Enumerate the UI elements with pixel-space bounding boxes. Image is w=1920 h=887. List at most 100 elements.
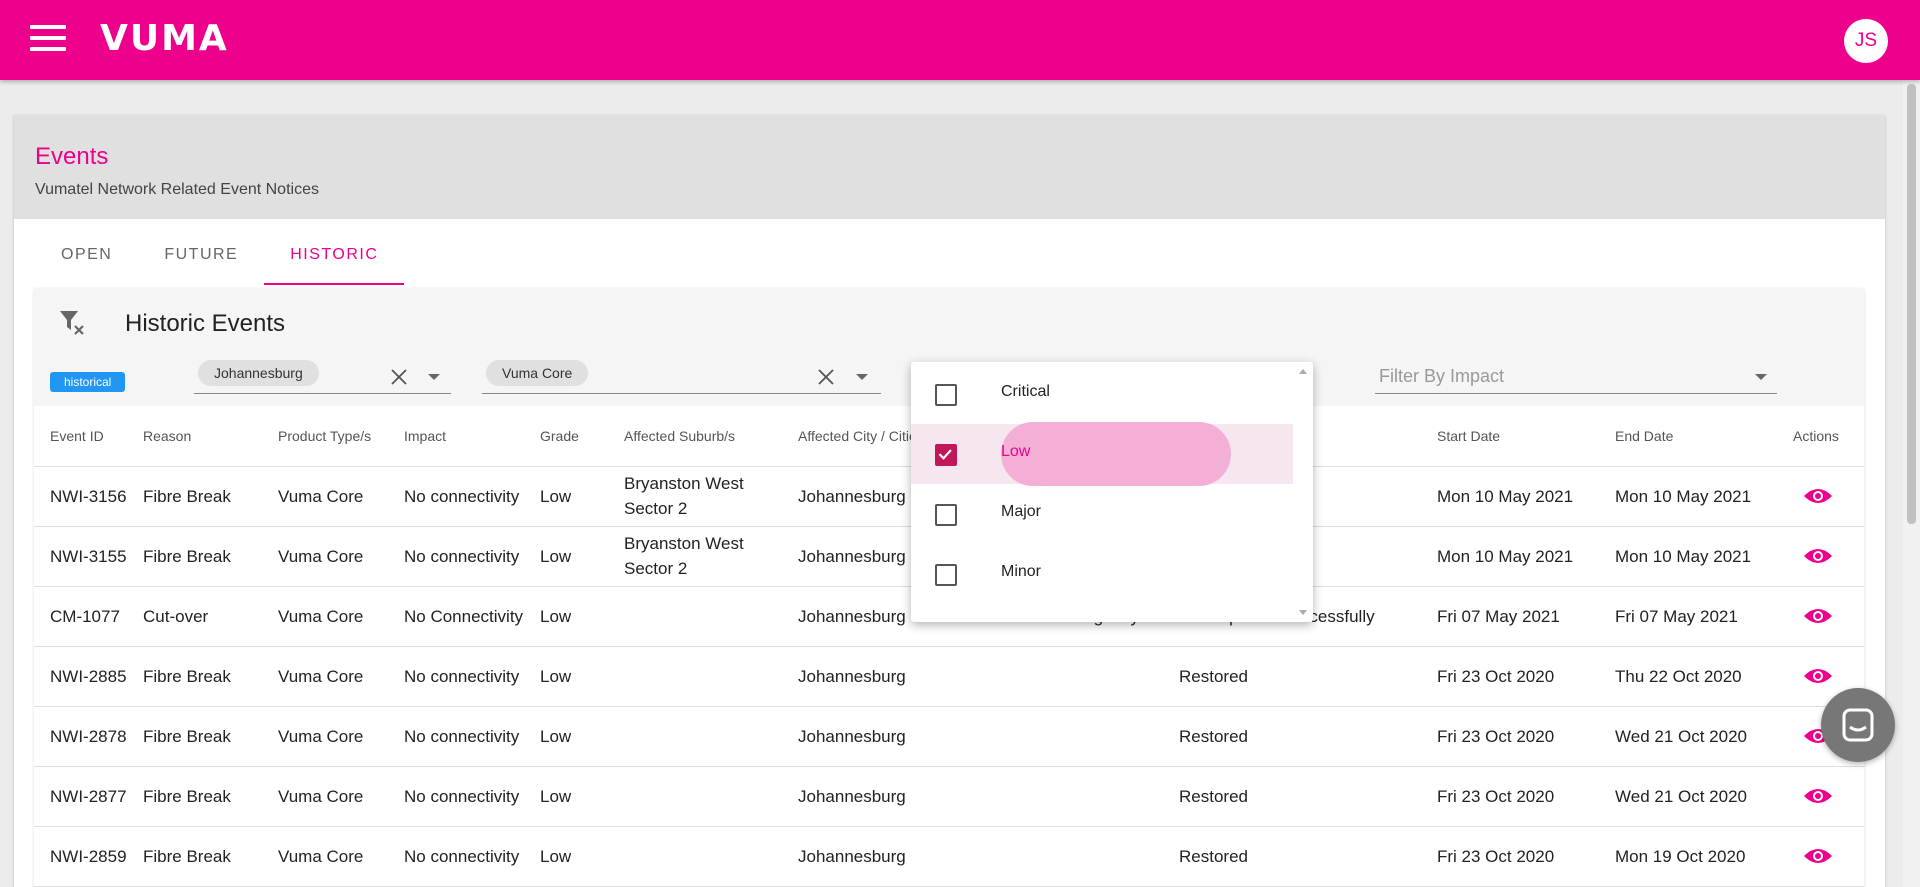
col-affected-suburbs[interactable]: Affected Suburb/s bbox=[608, 406, 782, 467]
col-reason[interactable]: Reason bbox=[127, 406, 262, 467]
clear-product-icon[interactable] bbox=[816, 367, 836, 387]
table-row[interactable]: NWI-2885 Fibre Break Vuma Core No connectiv… bbox=[34, 646, 1864, 707]
checkbox-minor[interactable] bbox=[935, 564, 957, 586]
cell-event-id: NWI-3156 bbox=[34, 466, 127, 527]
checkbox-low[interactable] bbox=[935, 444, 957, 466]
cell-end-date: Mon 10 May 2021 bbox=[1599, 526, 1777, 587]
table-row[interactable]: NWI-2859 Fibre Break Vuma Core No connectiv… bbox=[34, 826, 1864, 887]
cell-extra-2 bbox=[1037, 706, 1163, 767]
cell-event-id: CM-1077 bbox=[34, 586, 127, 647]
cell-product-type: Vuma Core bbox=[262, 826, 388, 887]
view-eye-icon[interactable] bbox=[1803, 546, 1833, 566]
checkbox-critical[interactable] bbox=[935, 384, 957, 406]
cell-extra-1 bbox=[945, 826, 1037, 887]
city-chip[interactable]: Johannesburg bbox=[198, 360, 319, 386]
cell-actions bbox=[1777, 586, 1864, 647]
col-impact[interactable]: Impact bbox=[388, 406, 524, 467]
cell-grade: Low bbox=[524, 766, 608, 827]
chevron-down-icon[interactable] bbox=[428, 374, 440, 380]
cell-reason: Fibre Break bbox=[127, 526, 262, 587]
cell-reason: Fibre Break bbox=[127, 706, 262, 767]
cell-status: Restored bbox=[1163, 646, 1421, 707]
cell-start-date: Mon 10 May 2021 bbox=[1421, 526, 1599, 587]
tab-future[interactable]: FUTURE bbox=[138, 235, 264, 285]
chevron-down-icon[interactable] bbox=[856, 374, 868, 380]
cell-status: Restored bbox=[1163, 766, 1421, 827]
cell-start-date: Fri 07 May 2021 bbox=[1421, 586, 1599, 647]
impact-filter-select[interactable]: Filter By Impact bbox=[1375, 360, 1777, 394]
cell-affected-city: Johannesburg bbox=[782, 766, 945, 827]
cell-impact: No connectivity bbox=[388, 646, 524, 707]
cell-affected-city: Johannesburg bbox=[782, 706, 945, 767]
page-scrollbar[interactable] bbox=[1903, 80, 1920, 887]
city-filter-select[interactable]: Johannesburg bbox=[194, 360, 451, 394]
col-grade[interactable]: Grade bbox=[524, 406, 608, 467]
cell-end-date: Fri 07 May 2021 bbox=[1599, 586, 1777, 647]
option-critical[interactable]: Critical bbox=[911, 364, 1293, 424]
cell-event-id: NWI-2885 bbox=[34, 646, 127, 707]
tab-open[interactable]: OPEN bbox=[35, 235, 138, 285]
cell-affected-suburb bbox=[608, 826, 782, 887]
clear-city-icon[interactable] bbox=[389, 367, 409, 387]
top-app-bar: VUMA JS bbox=[0, 0, 1920, 80]
col-product-type[interactable]: Product Type/s bbox=[262, 406, 388, 467]
scrollbar-thumb[interactable] bbox=[1907, 84, 1916, 524]
view-eye-icon[interactable] bbox=[1803, 846, 1833, 866]
cell-extra-1 bbox=[945, 766, 1037, 827]
cell-actions bbox=[1777, 826, 1864, 887]
product-filter-select[interactable]: Vuma Core bbox=[482, 360, 881, 394]
col-end-date[interactable]: End Date bbox=[1599, 406, 1777, 467]
cell-impact: No connectivity bbox=[388, 826, 524, 887]
chat-launcher[interactable] bbox=[1821, 688, 1895, 762]
view-eye-icon[interactable] bbox=[1803, 786, 1833, 806]
cell-event-id: NWI-2859 bbox=[34, 826, 127, 887]
tab-historic[interactable]: HISTORIC bbox=[264, 235, 405, 285]
cell-affected-suburb bbox=[608, 706, 782, 767]
cell-affected-suburb bbox=[608, 586, 782, 647]
cell-start-date: Fri 23 Oct 2020 bbox=[1421, 646, 1599, 707]
cell-grade: Low bbox=[524, 466, 608, 527]
panel-title: Historic Events bbox=[125, 310, 286, 337]
cell-extra-2 bbox=[1037, 766, 1163, 827]
option-minor[interactable]: Minor bbox=[911, 544, 1293, 604]
cell-status: Restored bbox=[1163, 706, 1421, 767]
view-eye-icon[interactable] bbox=[1803, 606, 1833, 626]
chevron-down-icon[interactable] bbox=[1755, 374, 1767, 380]
cell-product-type: Vuma Core bbox=[262, 466, 388, 527]
cell-affected-city: Johannesburg bbox=[782, 646, 945, 707]
cell-impact: No connectivity bbox=[388, 706, 524, 767]
cell-affected-suburb: Bryanston West Sector 2 bbox=[608, 466, 782, 527]
cell-grade: Low bbox=[524, 706, 608, 767]
cell-grade: Low bbox=[524, 826, 608, 887]
product-chip[interactable]: Vuma Core bbox=[486, 360, 589, 386]
checkbox-major[interactable] bbox=[935, 504, 957, 526]
table-row[interactable]: NWI-2878 Fibre Break Vuma Core No connectiv… bbox=[34, 706, 1864, 767]
cell-start-date: Fri 23 Oct 2020 bbox=[1421, 826, 1599, 887]
cell-extra-1 bbox=[945, 646, 1037, 707]
menu-icon[interactable] bbox=[30, 25, 66, 53]
cell-extra-1 bbox=[945, 706, 1037, 767]
option-major[interactable]: Major bbox=[911, 484, 1293, 544]
cell-extra-2 bbox=[1037, 826, 1163, 887]
cell-product-type: Vuma Core bbox=[262, 766, 388, 827]
dropdown-scrollbar[interactable] bbox=[1293, 362, 1313, 622]
impact-placeholder: Filter By Impact bbox=[1379, 366, 1505, 386]
cell-end-date: Wed 21 Oct 2020 bbox=[1599, 706, 1777, 767]
cell-status: Restored bbox=[1163, 826, 1421, 887]
option-label: Minor bbox=[1001, 563, 1042, 580]
cell-actions bbox=[1777, 766, 1864, 827]
col-start-date[interactable]: Start Date bbox=[1421, 406, 1599, 467]
vuma-logo[interactable]: VUMA bbox=[100, 18, 229, 59]
view-eye-icon[interactable] bbox=[1803, 486, 1833, 506]
option-low[interactable]: Low bbox=[911, 422, 1293, 486]
view-eye-icon[interactable] bbox=[1803, 666, 1833, 686]
cell-end-date: Mon 10 May 2021 bbox=[1599, 466, 1777, 527]
cell-affected-suburb: Bryanston West Sector 2 bbox=[608, 526, 782, 587]
col-event-id[interactable]: Event ID bbox=[34, 406, 127, 467]
impact-dropdown-menu: Critical Low Major Minor bbox=[911, 362, 1313, 622]
clear-filter-icon[interactable] bbox=[58, 308, 86, 336]
table-row[interactable]: NWI-2877 Fibre Break Vuma Core No connectiv… bbox=[34, 766, 1864, 827]
page-title: Events bbox=[35, 143, 109, 170]
cell-product-type: Vuma Core bbox=[262, 586, 388, 647]
user-avatar[interactable]: JS bbox=[1844, 19, 1888, 63]
